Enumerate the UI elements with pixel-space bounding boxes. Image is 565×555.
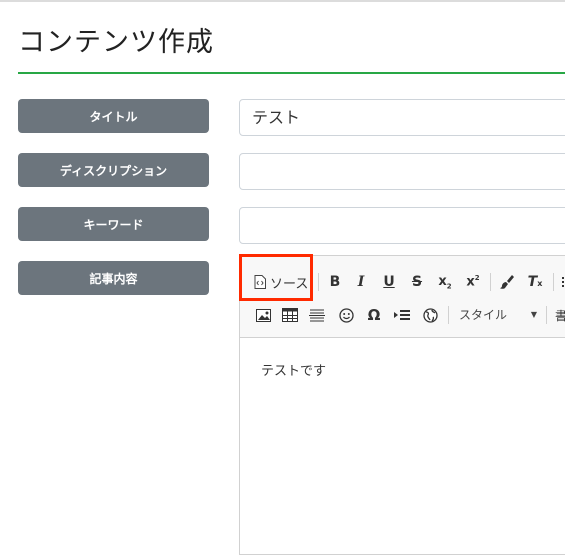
title-input[interactable]: テスト (239, 99, 565, 136)
copy-format-icon (499, 274, 515, 290)
copy-format-button[interactable] (497, 271, 517, 293)
superscript-button[interactable]: x2 (463, 271, 483, 293)
page-break-button[interactable] (392, 304, 412, 326)
image-icon (255, 308, 271, 322)
content-label: 記事内容 (18, 261, 209, 295)
smiley-icon (338, 307, 354, 323)
bold-button[interactable]: B (326, 271, 344, 293)
source-button-highlight (239, 254, 313, 301)
keywords-label: キーワード (18, 207, 209, 241)
superscript-icon: x2 (466, 274, 480, 290)
description-input[interactable] (239, 153, 565, 190)
page-title: コンテンツ作成 (18, 27, 214, 58)
toolbar-separator (448, 306, 449, 324)
style-dropdown-label: スタイル (459, 307, 508, 322)
style-dropdown[interactable]: スタイル ▼ (455, 303, 541, 325)
toolbar-separator (553, 273, 554, 291)
next-toolbar-button-partial[interactable] (560, 271, 565, 293)
subscript-icon: x2 (438, 273, 452, 291)
iframe-button[interactable] (420, 304, 440, 326)
italic-icon: I (357, 274, 365, 290)
strike-icon: S (411, 274, 423, 290)
special-char-icon: Ω (367, 306, 381, 324)
title-label: タイトル (18, 99, 209, 133)
special-char-button[interactable]: Ω (364, 304, 384, 326)
chevron-down-icon: ▼ (530, 309, 537, 319)
horizontal-line-button[interactable] (307, 304, 327, 326)
remove-format-icon: Tx (527, 274, 543, 290)
top-border (0, 0, 565, 2)
keywords-input[interactable] (239, 207, 565, 244)
table-button[interactable] (280, 304, 300, 326)
image-button[interactable] (253, 304, 273, 326)
smiley-button[interactable] (336, 304, 356, 326)
format-dropdown-partial[interactable]: 書 (554, 304, 565, 326)
strike-button[interactable]: S (408, 271, 426, 293)
page-break-icon (394, 309, 410, 321)
description-label: ディスクリプション (18, 153, 209, 187)
bold-icon: B (329, 274, 341, 290)
toolbar-separator (546, 306, 547, 324)
horizontal-line-icon (309, 308, 325, 322)
underline-button[interactable]: U (380, 271, 398, 293)
globe-icon (422, 307, 438, 323)
title-divider (18, 72, 565, 74)
remove-format-button[interactable]: Tx (525, 271, 545, 293)
underline-icon: U (383, 274, 395, 290)
table-icon (282, 308, 298, 322)
editor-content[interactable]: テストです (261, 360, 326, 379)
toolbar-separator (490, 273, 491, 291)
subscript-button[interactable]: x2 (435, 271, 455, 293)
toolbar-separator (318, 273, 319, 291)
italic-button[interactable]: I (352, 271, 370, 293)
